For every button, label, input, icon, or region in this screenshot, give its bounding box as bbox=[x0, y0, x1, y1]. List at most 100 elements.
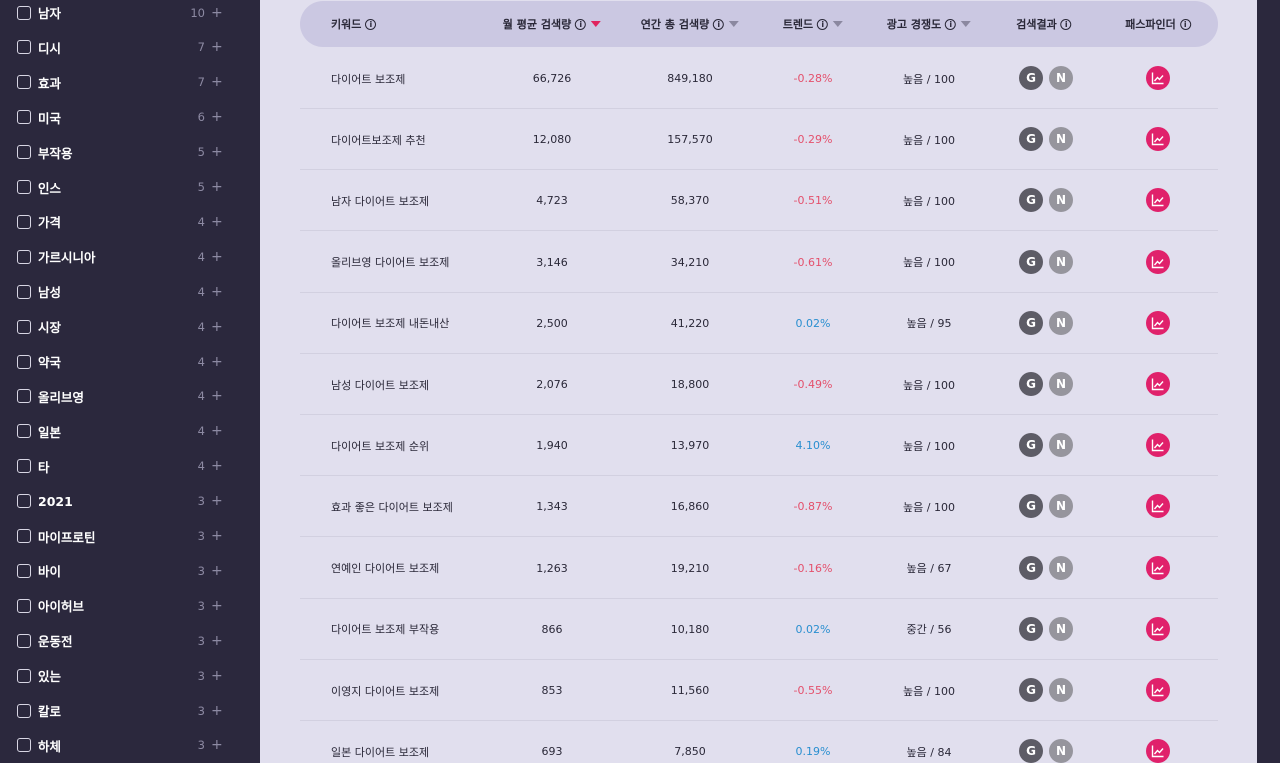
column-header-competition[interactable]: 광고 경쟁도 i bbox=[887, 1, 972, 47]
sidebar-item[interactable]: 약국 4 + bbox=[0, 344, 260, 379]
pathfinder-button[interactable] bbox=[1146, 372, 1170, 396]
keyword-cell[interactable]: 연예인 다이어트 보조제 bbox=[331, 538, 439, 599]
naver-icon[interactable]: N bbox=[1049, 372, 1073, 396]
google-icon[interactable]: G bbox=[1019, 127, 1043, 152]
google-icon[interactable]: G bbox=[1019, 739, 1043, 763]
keyword-cell[interactable]: 효과 좋은 다이어트 보조제 bbox=[331, 476, 453, 537]
plus-icon[interactable]: + bbox=[211, 110, 223, 124]
pathfinder-button[interactable] bbox=[1146, 433, 1170, 458]
info-icon[interactable]: i bbox=[1060, 18, 1072, 30]
checkbox-icon[interactable] bbox=[17, 738, 31, 753]
google-icon[interactable]: G bbox=[1019, 616, 1043, 641]
plus-icon[interactable]: + bbox=[211, 599, 223, 613]
plus-icon[interactable]: + bbox=[211, 75, 223, 89]
plus-icon[interactable]: + bbox=[211, 459, 223, 473]
info-icon[interactable]: i bbox=[713, 18, 725, 30]
sidebar-item[interactable]: 바이 3 + bbox=[0, 553, 260, 588]
naver-icon[interactable]: N bbox=[1049, 678, 1073, 702]
keyword-cell[interactable]: 올리브영 다이어트 보조제 bbox=[331, 232, 449, 293]
plus-icon[interactable]: + bbox=[211, 424, 223, 438]
column-header-trend[interactable]: 트렌드 i bbox=[783, 1, 844, 47]
sidebar-item[interactable]: 일본 4 + bbox=[0, 414, 260, 449]
sidebar-item[interactable]: 마이프로틴 3 + bbox=[0, 519, 260, 554]
plus-icon[interactable]: + bbox=[211, 180, 223, 194]
google-icon[interactable]: G bbox=[1019, 249, 1043, 274]
google-icon[interactable]: G bbox=[1019, 372, 1043, 396]
plus-icon[interactable]: + bbox=[211, 6, 223, 20]
sidebar-item[interactable]: 운동전 3 + bbox=[0, 623, 260, 658]
plus-icon[interactable]: + bbox=[211, 529, 223, 543]
pathfinder-button[interactable] bbox=[1146, 188, 1170, 213]
google-icon[interactable]: G bbox=[1019, 66, 1043, 90]
naver-icon[interactable]: N bbox=[1049, 555, 1073, 580]
plus-icon[interactable]: + bbox=[211, 564, 223, 578]
checkbox-icon[interactable] bbox=[17, 598, 31, 613]
sidebar-item[interactable]: 디시 7 + bbox=[0, 30, 260, 65]
checkbox-icon[interactable] bbox=[17, 389, 31, 404]
checkbox-icon[interactable] bbox=[17, 494, 31, 509]
sidebar-item[interactable]: 남자 10 + bbox=[0, 0, 260, 30]
plus-icon[interactable]: + bbox=[211, 355, 223, 369]
sidebar-item[interactable]: 효과 7 + bbox=[0, 65, 260, 100]
sidebar-item[interactable]: 미국 6 + bbox=[0, 100, 260, 135]
checkbox-icon[interactable] bbox=[17, 110, 31, 125]
naver-icon[interactable]: N bbox=[1049, 310, 1073, 335]
keyword-cell[interactable]: 남자 다이어트 보조제 bbox=[331, 170, 429, 231]
checkbox-icon[interactable] bbox=[17, 145, 31, 160]
checkbox-icon[interactable] bbox=[17, 75, 31, 90]
plus-icon[interactable]: + bbox=[211, 634, 223, 648]
pathfinder-button[interactable] bbox=[1146, 678, 1170, 702]
checkbox-icon[interactable] bbox=[17, 5, 31, 20]
checkbox-icon[interactable] bbox=[17, 459, 31, 474]
keyword-cell[interactable]: 이영지 다이어트 보조제 bbox=[331, 660, 439, 721]
naver-icon[interactable]: N bbox=[1049, 188, 1073, 213]
keyword-cell[interactable]: 일본 다이어트 보조제 bbox=[331, 721, 429, 763]
checkbox-icon[interactable] bbox=[17, 40, 31, 55]
sidebar-item[interactable]: 타 4 + bbox=[0, 449, 260, 484]
naver-icon[interactable]: N bbox=[1049, 616, 1073, 641]
sidebar-item[interactable]: 가르시니아 4 + bbox=[0, 239, 260, 274]
pathfinder-button[interactable] bbox=[1146, 616, 1170, 641]
column-header-yearly[interactable]: 연간 총 검색량 i bbox=[641, 1, 740, 47]
sidebar-item[interactable]: 칼로 3 + bbox=[0, 693, 260, 728]
plus-icon[interactable]: + bbox=[211, 669, 223, 683]
info-icon[interactable]: i bbox=[1179, 18, 1191, 30]
pathfinder-button[interactable] bbox=[1146, 555, 1170, 580]
plus-icon[interactable]: + bbox=[211, 285, 223, 299]
info-icon[interactable]: i bbox=[575, 18, 587, 30]
pathfinder-button[interactable] bbox=[1146, 494, 1170, 519]
checkbox-icon[interactable] bbox=[17, 319, 31, 334]
sidebar-item[interactable]: 하체 3 + bbox=[0, 728, 260, 763]
keyword-cell[interactable]: 다이어트보조제 추천 bbox=[331, 109, 426, 170]
naver-icon[interactable]: N bbox=[1049, 494, 1073, 519]
checkbox-icon[interactable] bbox=[17, 284, 31, 299]
sidebar-item[interactable]: 아이허브 3 + bbox=[0, 588, 260, 623]
sidebar-item[interactable]: 올리브영 4 + bbox=[0, 379, 260, 414]
plus-icon[interactable]: + bbox=[211, 494, 223, 508]
column-header-keyword[interactable]: 키워드 i bbox=[331, 1, 377, 47]
google-icon[interactable]: G bbox=[1019, 310, 1043, 335]
google-icon[interactable]: G bbox=[1019, 555, 1043, 580]
naver-icon[interactable]: N bbox=[1049, 249, 1073, 274]
sidebar-item[interactable]: 인스 5 + bbox=[0, 170, 260, 205]
plus-icon[interactable]: + bbox=[211, 320, 223, 334]
sidebar-item[interactable]: 남성 4 + bbox=[0, 274, 260, 309]
naver-icon[interactable]: N bbox=[1049, 433, 1073, 458]
plus-icon[interactable]: + bbox=[211, 40, 223, 54]
checkbox-icon[interactable] bbox=[17, 703, 31, 718]
checkbox-icon[interactable] bbox=[17, 249, 31, 264]
plus-icon[interactable]: + bbox=[211, 145, 223, 159]
naver-icon[interactable]: N bbox=[1049, 66, 1073, 90]
plus-icon[interactable]: + bbox=[211, 215, 223, 229]
sidebar-item[interactable]: 2021 3 + bbox=[0, 484, 260, 519]
checkbox-icon[interactable] bbox=[17, 529, 31, 543]
info-icon[interactable]: i bbox=[945, 18, 957, 30]
checkbox-icon[interactable] bbox=[17, 563, 31, 578]
pathfinder-button[interactable] bbox=[1146, 66, 1170, 90]
keyword-cell[interactable]: 다이어트 보조제 순위 bbox=[331, 415, 429, 476]
pathfinder-button[interactable] bbox=[1146, 127, 1170, 152]
sort-caret-icon[interactable] bbox=[729, 21, 740, 27]
column-header-monthly[interactable]: 월 평균 검색량 i bbox=[503, 1, 602, 47]
info-icon[interactable]: i bbox=[365, 18, 377, 30]
plus-icon[interactable]: + bbox=[211, 738, 223, 752]
